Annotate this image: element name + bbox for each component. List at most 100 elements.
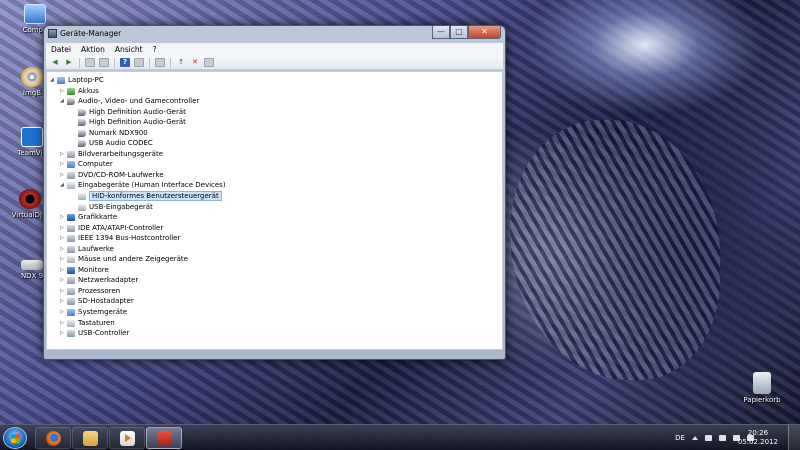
expand-arrow-icon[interactable]: ▷ — [60, 328, 66, 338]
device-icon — [67, 330, 75, 338]
tree-node-label: Audio-, Video- und Gamecontroller — [78, 97, 200, 106]
flag-icon[interactable] — [705, 435, 712, 441]
taskbar-item-device-manager[interactable] — [146, 427, 182, 449]
window-titlebar[interactable]: Geräte-Manager — □ ✕ — [44, 26, 505, 42]
tree-node-label: USB Audio CODEC — [89, 139, 153, 148]
tree-node-label: Prozessoren — [78, 286, 121, 295]
tree-node[interactable]: ▷ Mäuse und andere Zeigegeräte — [47, 254, 502, 265]
expand-arrow-icon[interactable]: ▷ — [60, 149, 66, 159]
expand-arrow-icon[interactable]: ▷ — [60, 265, 66, 275]
close-button[interactable]: ✕ — [468, 26, 501, 39]
tree-node[interactable]: ▷ Laufwerke — [47, 244, 502, 255]
tree-node[interactable]: ▷ IDE ATA/ATAPI-Controller — [47, 223, 502, 234]
expand-arrow-icon[interactable]: ▷ — [60, 318, 66, 328]
taskbar-item-explorer[interactable] — [72, 427, 108, 449]
desktop-icon-recycle-bin[interactable]: Papierkorb — [740, 372, 784, 404]
menu-help[interactable]: ? — [153, 45, 157, 54]
sound-icon — [67, 98, 75, 106]
forward-arrow-icon[interactable]: ▶ — [64, 58, 74, 67]
tree-node[interactable]: ▷ DVD/CD-ROM-Laufwerke — [47, 170, 502, 181]
taskbar-item-media-player[interactable] — [109, 427, 145, 449]
start-button[interactable] — [3, 427, 27, 449]
tree-node[interactable]: ▷ USB-Controller — [47, 328, 502, 339]
device-icon — [67, 235, 75, 243]
expand-arrow-icon[interactable]: ▷ — [60, 159, 66, 169]
window-controls: — □ ✕ — [432, 26, 501, 39]
properties-icon[interactable] — [85, 58, 95, 67]
tree-node[interactable]: ▷ Grafikkarte — [47, 212, 502, 223]
tree-node[interactable]: ▷ Bildverarbeitungsgeräte — [47, 149, 502, 160]
menu-ansicht[interactable]: Ansicht — [115, 45, 143, 54]
tree-node-label: Mäuse und andere Zeigegeräte — [78, 255, 188, 264]
collapse-arrow-icon[interactable]: ◢ — [50, 75, 56, 85]
hide-icon[interactable] — [99, 58, 109, 67]
pc-icon — [57, 77, 65, 84]
computer-icon — [24, 4, 46, 24]
show-hidden-icons-icon[interactable] — [692, 436, 698, 440]
tree-node[interactable]: ◢ Laptop-PC — [47, 75, 502, 86]
expand-arrow-icon[interactable]: ▷ — [60, 223, 66, 233]
pc-icon — [67, 309, 75, 317]
back-arrow-icon[interactable]: ◀ — [50, 58, 60, 67]
tree-node[interactable]: ▷ Computer — [47, 159, 502, 170]
tree-node[interactable]: High Definition Audio-Gerät — [47, 117, 502, 128]
expand-arrow-icon[interactable]: ▷ — [60, 307, 66, 317]
tree-node-label: High Definition Audio-Gerät — [89, 118, 186, 127]
collapse-arrow-icon[interactable]: ◢ — [60, 96, 66, 106]
imgburn-icon — [21, 67, 43, 87]
device-manager-icon — [48, 29, 57, 38]
tree-node[interactable]: ◢ Eingabegeräte (Human Interface Devices) — [47, 180, 502, 191]
expand-arrow-icon[interactable]: ▷ — [60, 86, 66, 96]
tree-node-label: Netzwerkadapter — [78, 276, 139, 285]
tree-node[interactable]: ▷ Prozessoren — [47, 286, 502, 297]
teamviewer-icon — [21, 127, 43, 147]
expand-arrow-icon[interactable]: ▷ — [60, 296, 66, 306]
tree-node[interactable]: ▷ Systemgeräte — [47, 307, 502, 318]
clock[interactable]: 20:26 05.02.2012 — [738, 429, 778, 447]
show-desktop-button[interactable] — [788, 425, 800, 450]
tree-node[interactable]: USB Audio CODEC — [47, 138, 502, 149]
collapse-arrow-icon[interactable]: ◢ — [60, 180, 66, 190]
expand-arrow-icon[interactable]: ▷ — [60, 254, 66, 264]
tree-node[interactable]: ▷ Monitore — [47, 265, 502, 276]
tree-node-label: Tastaturen — [78, 318, 115, 327]
language-indicator[interactable]: DE — [675, 434, 685, 442]
expand-arrow-icon[interactable]: ▷ — [60, 212, 66, 222]
expand-arrow-icon[interactable]: ▷ — [60, 275, 66, 285]
update-driver-icon[interactable]: ↑ — [176, 58, 186, 67]
view-icon[interactable] — [134, 58, 144, 67]
toolbar-divider — [79, 57, 80, 68]
menu-aktion[interactable]: Aktion — [81, 45, 105, 54]
device-icon — [67, 287, 75, 295]
scan-hardware-icon[interactable] — [155, 58, 165, 67]
tree-node[interactable]: High Definition Audio-Gerät — [47, 107, 502, 118]
maximize-button[interactable]: □ — [450, 26, 468, 39]
help-icon[interactable]: ? — [120, 58, 130, 67]
minimize-button[interactable]: — — [432, 26, 450, 39]
tree-node[interactable]: USB-Eingabegerät — [47, 202, 502, 213]
tree-node[interactable]: HID-konformes Benutzersteuergerät — [47, 191, 502, 202]
device-tree: ◢ Laptop-PC ▷ Akkus ◢ Audio-, Video- und Game… — [46, 71, 503, 350]
uninstall-icon[interactable]: ✕ — [190, 58, 200, 67]
tree-node[interactable]: ▷ Akkus — [47, 86, 502, 97]
tree-node[interactable]: ▷ Netzwerkadapter — [47, 275, 502, 286]
tree-node[interactable]: ▷ Tastaturen — [47, 318, 502, 329]
sound-icon — [78, 108, 86, 116]
expand-arrow-icon[interactable]: ▷ — [60, 233, 66, 243]
tree-node-label: Computer — [78, 160, 113, 169]
tree-node[interactable]: ▷ SD-Hostadapter — [47, 296, 502, 307]
tree-node[interactable]: ▷ IEEE 1394 Bus-Hostcontroller — [47, 233, 502, 244]
taskbar-item-firefox[interactable] — [35, 427, 71, 449]
device-manager-window: Geräte-Manager — □ ✕ Datei Aktion Ansich… — [43, 25, 506, 360]
ndx-icon — [21, 260, 43, 270]
tree-node[interactable]: ◢ Audio-, Video- und Gamecontroller — [47, 96, 502, 107]
tree-node-label: USB-Controller — [78, 329, 130, 338]
expand-arrow-icon[interactable]: ▷ — [60, 170, 66, 180]
firefox-icon — [46, 431, 61, 446]
battery-icon[interactable] — [719, 435, 726, 441]
tree-node[interactable]: Numark NDX900 — [47, 128, 502, 139]
expand-arrow-icon[interactable]: ▷ — [60, 286, 66, 296]
menu-datei[interactable]: Datei — [51, 45, 71, 54]
disable-icon[interactable] — [204, 58, 214, 67]
expand-arrow-icon[interactable]: ▷ — [60, 244, 66, 254]
